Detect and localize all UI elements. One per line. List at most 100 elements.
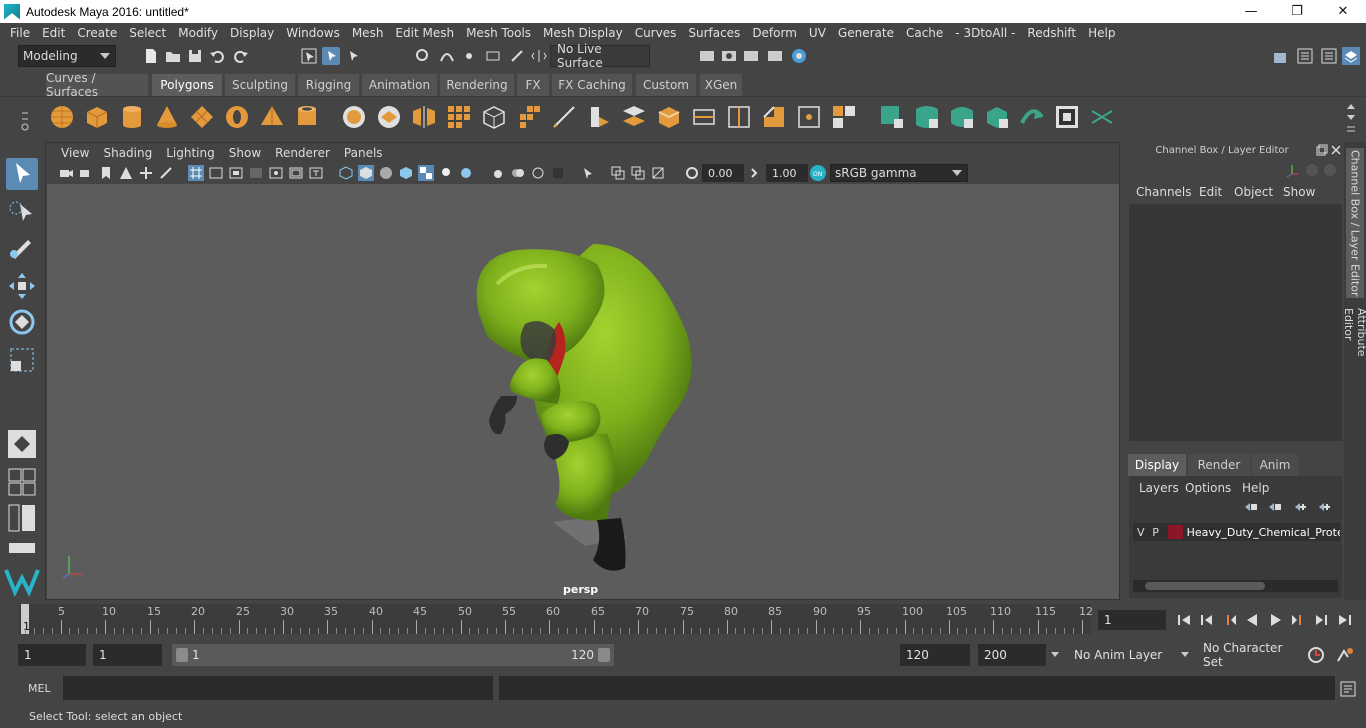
range-end-handle[interactable] bbox=[598, 648, 610, 662]
3d-scene-view[interactable]: persp bbox=[47, 184, 1119, 599]
image-plane-icon[interactable] bbox=[118, 165, 134, 181]
xray-icon[interactable] bbox=[580, 165, 596, 181]
playback-start-field[interactable]: 1 bbox=[93, 644, 162, 666]
chevron-down-icon[interactable] bbox=[1180, 651, 1190, 659]
poly-cone-icon[interactable] bbox=[153, 103, 181, 131]
multi-cut-icon[interactable] bbox=[550, 103, 578, 131]
combine-icon[interactable] bbox=[340, 103, 368, 131]
save-scene-icon[interactable] bbox=[186, 47, 204, 65]
textured-icon[interactable] bbox=[398, 165, 414, 181]
tool-settings-toggle-icon[interactable] bbox=[1320, 47, 1338, 65]
speed-icon[interactable] bbox=[1304, 162, 1320, 178]
live-surface-field[interactable]: No Live Surface bbox=[550, 42, 650, 70]
single-perspective-view-icon[interactable] bbox=[6, 428, 38, 460]
xray-components-icon[interactable] bbox=[630, 165, 646, 181]
lasso-tool-icon[interactable] bbox=[6, 196, 38, 228]
snap-to-grid-icon[interactable] bbox=[414, 47, 432, 65]
menu-mesh-tools[interactable]: Mesh Tools bbox=[460, 26, 537, 40]
color-space-dropdown[interactable]: sRGB gamma bbox=[830, 164, 968, 182]
script-language-label[interactable]: MEL bbox=[28, 682, 51, 695]
safe-action-icon[interactable] bbox=[288, 165, 304, 181]
smooth-icon[interactable] bbox=[445, 103, 473, 131]
use-all-lights-icon[interactable] bbox=[418, 165, 434, 181]
float-panel-icon[interactable] bbox=[1316, 144, 1328, 156]
new-layer-from-selected-icon[interactable] bbox=[1317, 501, 1333, 513]
poly-plane-icon[interactable] bbox=[188, 103, 216, 131]
maya-home-icon[interactable] bbox=[4, 566, 40, 598]
modeling-toolkit-icon[interactable] bbox=[1272, 47, 1290, 65]
character-set-dropdown[interactable]: No Character Set bbox=[1197, 641, 1297, 669]
menu-generate[interactable]: Generate bbox=[832, 26, 900, 40]
paint-select-tool-icon[interactable] bbox=[6, 232, 38, 264]
ipr-render-icon[interactable] bbox=[742, 47, 760, 65]
shelf-options-icon[interactable] bbox=[20, 107, 30, 131]
color-management-icon[interactable]: ON bbox=[810, 165, 826, 181]
field-chart-icon[interactable] bbox=[268, 165, 284, 181]
planar-uv-icon[interactable] bbox=[878, 103, 906, 131]
layer-visibility-toggle[interactable]: V bbox=[1137, 526, 1148, 539]
menu-deform[interactable]: Deform bbox=[746, 26, 803, 40]
shelf-tab-custom[interactable]: Custom bbox=[636, 74, 696, 96]
layer-horizontal-scrollbar[interactable] bbox=[1133, 580, 1338, 592]
move-layer-up-icon[interactable] bbox=[1243, 501, 1259, 513]
menu-modify[interactable]: Modify bbox=[172, 26, 224, 40]
exposure-field[interactable]: 0.00 bbox=[702, 164, 744, 182]
multisample-aa-icon[interactable] bbox=[510, 165, 526, 181]
menu-create[interactable]: Create bbox=[71, 26, 123, 40]
backface-culling-icon[interactable] bbox=[650, 165, 666, 181]
automatic-uv-icon[interactable] bbox=[983, 103, 1011, 131]
tab-display[interactable]: Display bbox=[1128, 454, 1186, 476]
remesh-icon[interactable] bbox=[515, 103, 543, 131]
bookmark-icon[interactable] bbox=[98, 165, 114, 181]
time-slider[interactable]: 1 5 10 15 20 25 30 35 40 45 50 55 60 65 70 75 80 85 90 95 1… bbox=[19, 604, 1093, 634]
gamma-field[interactable]: 1.00 bbox=[766, 164, 808, 182]
help-menu[interactable]: Help bbox=[1242, 481, 1269, 495]
four-view-layout-icon[interactable] bbox=[8, 468, 36, 496]
exposure-icon[interactable] bbox=[684, 165, 700, 181]
menu-curves[interactable]: Curves bbox=[629, 26, 683, 40]
menu-cache[interactable]: Cache bbox=[900, 26, 949, 40]
poly-torus-icon[interactable] bbox=[223, 103, 251, 131]
viewport-menu-show[interactable]: Show bbox=[222, 146, 268, 160]
scale-tool-icon[interactable] bbox=[6, 344, 38, 376]
menuset-dropdown[interactable]: Modeling bbox=[18, 45, 116, 67]
animation-start-field[interactable]: 1 bbox=[18, 644, 86, 666]
grid-toggle-icon[interactable] bbox=[188, 165, 204, 181]
spherical-uv-icon[interactable] bbox=[948, 103, 976, 131]
go-to-end-icon[interactable] bbox=[1337, 612, 1353, 628]
bridge-icon[interactable] bbox=[620, 103, 648, 131]
edit-menu[interactable]: Edit bbox=[1199, 185, 1222, 199]
mirror-icon[interactable] bbox=[410, 103, 438, 131]
rotate-tool-icon[interactable] bbox=[6, 306, 38, 338]
channels-menu[interactable]: Channels bbox=[1136, 185, 1192, 199]
make-live-icon[interactable] bbox=[508, 47, 526, 65]
depth-of-field-icon[interactable] bbox=[530, 165, 546, 181]
insert-edge-loop-icon[interactable] bbox=[725, 103, 753, 131]
menu-edit-mesh[interactable]: Edit Mesh bbox=[389, 26, 460, 40]
minimize-button[interactable]: — bbox=[1228, 0, 1274, 23]
viewport-menu-shading[interactable]: Shading bbox=[96, 146, 159, 160]
grease-pencil-icon[interactable] bbox=[158, 165, 174, 181]
camera-attributes-icon[interactable] bbox=[78, 165, 94, 181]
close-button[interactable]: ✕ bbox=[1320, 0, 1366, 23]
menu-mesh-display[interactable]: Mesh Display bbox=[537, 26, 629, 40]
poly-sphere-icon[interactable] bbox=[48, 103, 76, 131]
playback-end-field[interactable]: 120 bbox=[900, 644, 970, 666]
cylindrical-uv-icon[interactable] bbox=[913, 103, 941, 131]
menu-edit[interactable]: Edit bbox=[36, 26, 71, 40]
menu-select[interactable]: Select bbox=[123, 26, 172, 40]
scrollbar-thumb[interactable] bbox=[1145, 582, 1265, 590]
hypershade-icon[interactable] bbox=[790, 47, 808, 65]
isolate-select-icon[interactable] bbox=[550, 165, 566, 181]
command-input[interactable] bbox=[63, 676, 493, 700]
play-forwards-icon[interactable] bbox=[1268, 612, 1284, 628]
shadows-icon[interactable] bbox=[438, 165, 454, 181]
menu-3dtoall[interactable]: - 3DtoAll - bbox=[949, 26, 1021, 40]
menu-display[interactable]: Display bbox=[224, 26, 280, 40]
shelf-tab-sculpting[interactable]: Sculpting bbox=[225, 74, 295, 96]
target-weld-icon[interactable] bbox=[760, 103, 788, 131]
open-scene-icon[interactable] bbox=[164, 47, 182, 65]
extrude-icon[interactable] bbox=[585, 103, 613, 131]
snap-to-view-plane-icon[interactable] bbox=[484, 47, 502, 65]
snap-to-point-icon[interactable] bbox=[460, 47, 478, 65]
